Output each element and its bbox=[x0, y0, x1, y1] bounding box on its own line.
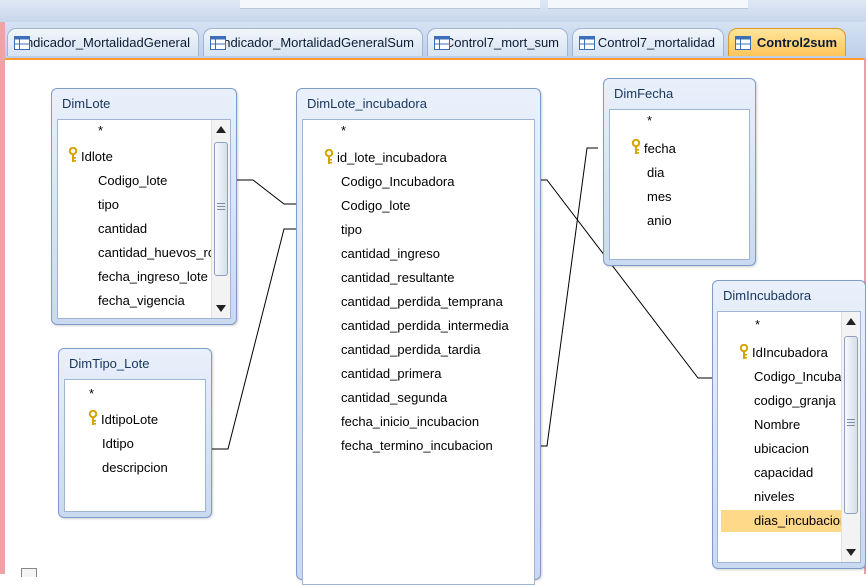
design-grid-splitter[interactable] bbox=[21, 568, 37, 577]
field-list[interactable]: * fecha dia mes anio bbox=[609, 109, 750, 260]
key-icon bbox=[631, 139, 641, 154]
table-title: DimLote_incubadora bbox=[307, 96, 427, 111]
table-dimtipo-lote[interactable]: DimTipo_Lote * IdtipoLote Idtipo descrip… bbox=[58, 348, 212, 518]
field-fecha-ingreso-lote[interactable]: fecha_ingreso_lote bbox=[98, 266, 208, 288]
field-list[interactable]: * id_lote_incubadora Codigo_Incubadora C… bbox=[302, 119, 535, 585]
field-dia[interactable]: dia bbox=[647, 162, 664, 184]
field-codigo-granja[interactable]: codigo_granja bbox=[754, 390, 836, 412]
field-list[interactable]: * IdtipoLote Idtipo descripcion bbox=[64, 379, 206, 512]
join-line-idlote bbox=[234, 179, 296, 205]
field-niveles[interactable]: niveles bbox=[754, 486, 794, 508]
field-cantidad-segunda[interactable]: cantidad_segunda bbox=[341, 387, 447, 409]
field-cantidad-resultante[interactable]: cantidad_resultante bbox=[341, 267, 454, 289]
table-title: DimFecha bbox=[614, 86, 674, 101]
field-list[interactable]: * IdIncubadora Codigo_Incubad codigo_gra… bbox=[717, 311, 861, 563]
field-capacidad[interactable]: capacidad bbox=[754, 462, 813, 484]
field-descripcion[interactable]: descripcion bbox=[102, 457, 168, 479]
field-fecha-vigencia[interactable]: fecha_vigencia bbox=[98, 290, 185, 312]
field-all[interactable]: * bbox=[98, 120, 103, 142]
table-dimlote[interactable]: DimLote * Idlote Codigo_lote tipo cantid… bbox=[51, 88, 237, 325]
scroll-down-arrow-icon[interactable] bbox=[846, 549, 856, 556]
field-codigo-incubadora[interactable]: Codigo_Incubad bbox=[754, 366, 849, 388]
key-icon bbox=[88, 410, 98, 425]
field-cantidad-perdida-temprana[interactable]: cantidad_perdida_temprana bbox=[341, 291, 503, 313]
join-line-fecha bbox=[537, 147, 598, 447]
field-codigo-lote[interactable]: Codigo_lote bbox=[98, 170, 167, 192]
field-cantidad-primera[interactable]: cantidad_primera bbox=[341, 363, 441, 385]
field-dias-incubacion[interactable]: dias_incubacion bbox=[721, 510, 847, 532]
field-fecha[interactable]: fecha bbox=[644, 138, 676, 160]
field-all[interactable]: * bbox=[341, 120, 346, 142]
scroll-thumb[interactable] bbox=[214, 142, 228, 276]
field-nombre[interactable]: Nombre bbox=[754, 414, 800, 436]
scroll-up-arrow-icon[interactable] bbox=[216, 126, 226, 133]
scroll-thumb[interactable] bbox=[844, 336, 858, 514]
field-idincubadora[interactable]: IdIncubadora bbox=[752, 342, 828, 364]
field-all[interactable]: * bbox=[647, 110, 652, 132]
table-dimincubadora[interactable]: DimIncubadora * IdIncubadora Codigo_Incu… bbox=[712, 280, 866, 569]
field-mes[interactable]: mes bbox=[647, 186, 672, 208]
field-fecha-inicio-incubacion[interactable]: fecha_inicio_incubacion bbox=[341, 411, 479, 433]
field-list[interactable]: * Idlote Codigo_lote tipo cantidad canti… bbox=[57, 119, 231, 319]
field-all[interactable]: * bbox=[755, 314, 760, 336]
key-icon bbox=[739, 344, 749, 359]
table-title: DimIncubadora bbox=[723, 288, 812, 303]
key-icon bbox=[324, 149, 334, 164]
field-cantidad-huevos-roto[interactable]: cantidad_huevos_roto bbox=[98, 242, 226, 264]
table-title: DimTipo_Lote bbox=[69, 356, 150, 371]
field-idtipolote[interactable]: IdtipoLote bbox=[101, 409, 158, 431]
field-fecha-termino-incubacion[interactable]: fecha_termino_incubacion bbox=[341, 435, 493, 457]
field-cantidad[interactable]: cantidad bbox=[98, 218, 147, 240]
vertical-scrollbar[interactable] bbox=[211, 120, 230, 318]
table-dimlote-incubadora[interactable]: DimLote_incubadora * id_lote_incubadora … bbox=[296, 88, 541, 585]
table-dimfecha[interactable]: DimFecha * fecha dia mes anio bbox=[603, 78, 756, 266]
field-idtipo[interactable]: Idtipo bbox=[102, 433, 134, 455]
field-all[interactable]: * bbox=[89, 383, 94, 405]
field-codigo-incubadora[interactable]: Codigo_Incubadora bbox=[341, 171, 454, 193]
field-tipo[interactable]: tipo bbox=[341, 219, 362, 241]
field-id-lote-incubadora[interactable]: id_lote_incubadora bbox=[337, 147, 447, 169]
table-title: DimLote bbox=[62, 96, 111, 111]
field-tipo[interactable]: tipo bbox=[98, 194, 119, 216]
field-cantidad-ingreso[interactable]: cantidad_ingreso bbox=[341, 243, 440, 265]
field-cantidad-perdida-intermedia[interactable]: cantidad_perdida_intermedia bbox=[341, 315, 509, 337]
vertical-scrollbar[interactable] bbox=[841, 312, 860, 562]
field-cantidad-perdida-tardia[interactable]: cantidad_perdida_tardia bbox=[341, 339, 481, 361]
field-idlote[interactable]: Idlote bbox=[81, 146, 113, 168]
field-codigo-lote[interactable]: Codigo_lote bbox=[341, 195, 410, 217]
key-icon bbox=[68, 147, 78, 162]
scroll-up-arrow-icon[interactable] bbox=[846, 318, 856, 325]
field-ubicacion[interactable]: ubicacion bbox=[754, 438, 809, 460]
field-anio[interactable]: anio bbox=[647, 210, 672, 232]
scroll-down-arrow-icon[interactable] bbox=[216, 305, 226, 312]
